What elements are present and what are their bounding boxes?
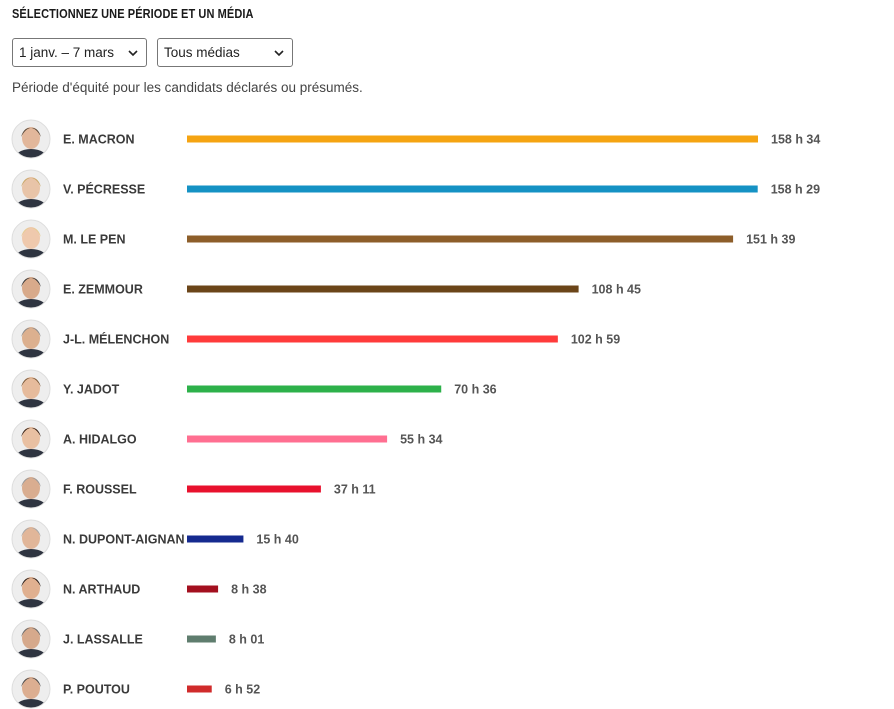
bar: [187, 635, 216, 643]
speaking-time-widget: SÉLECTIONNEZ UNE PÉRIODE ET UN MÉDIA 1 j…: [0, 0, 894, 709]
bar: [187, 685, 212, 693]
candidate-avatar: [11, 619, 51, 659]
chart-row: E. ZEMMOUR 108 h 45: [11, 269, 641, 309]
candidate-avatar: [11, 119, 51, 159]
candidate-name: E. ZEMMOUR: [63, 283, 143, 297]
bar-value-label: 8 h 01: [229, 633, 264, 647]
chart-row: N. DUPONT-AIGNAN 15 h 40: [11, 519, 299, 559]
candidate-name: P. POUTOU: [63, 683, 130, 697]
candidate-avatar: [11, 369, 51, 409]
bar: [187, 435, 388, 443]
bar-value-label: 102 h 59: [571, 333, 620, 347]
candidate-name: J. LASSALLE: [63, 633, 143, 647]
bar-value-label: 15 h 40: [256, 533, 298, 547]
chart-row: P. POUTOU 6 h 52: [11, 669, 260, 709]
chart-row: E. MACRON 158 h 34: [11, 119, 820, 159]
candidate-avatar: [11, 219, 51, 259]
candidate-avatar: [11, 269, 51, 309]
bar: [187, 585, 219, 593]
candidate-avatar: [11, 519, 51, 559]
bar-value-label: 8 h 38: [231, 583, 266, 597]
bar-value-label: 37 h 11: [334, 483, 376, 497]
bar-value-label: 55 h 34: [400, 433, 442, 447]
chart-row: V. PÉCRESSE 158 h 29: [11, 169, 820, 209]
candidate-name: N. ARTHAUD: [63, 583, 140, 597]
candidate-name: E. MACRON: [63, 133, 135, 147]
bar: [187, 335, 558, 343]
bar-value-label: 151 h 39: [746, 233, 795, 247]
chart-row: Y. JADOT 70 h 36: [11, 369, 497, 409]
bar: [187, 385, 442, 393]
chart-row: N. ARTHAUD 8 h 38: [11, 569, 267, 609]
candidate-name: F. ROUSSEL: [63, 483, 137, 497]
bar: [187, 285, 579, 293]
candidate-avatar: [11, 669, 51, 709]
chart-row: A. HIDALGO 55 h 34: [11, 419, 443, 459]
bar: [187, 185, 758, 193]
chart-row: J-L. MÉLENCHON 102 h 59: [11, 319, 620, 359]
speaking-time-bar-chart: E. MACRON 158 h 34 V. PÉCRESSE 158 h 29 M. L…: [11, 119, 820, 709]
bar: [187, 235, 734, 243]
chart-row: M. LE PEN 151 h 39: [11, 219, 795, 259]
bar-value-label: 70 h 36: [454, 383, 496, 397]
candidate-name: J-L. MÉLENCHON: [63, 332, 169, 347]
chart-row: F. ROUSSEL 37 h 11: [11, 469, 376, 509]
bar: [187, 485, 321, 493]
bar-value-label: 108 h 45: [592, 283, 641, 297]
candidate-name: V. PÉCRESSE: [63, 182, 145, 197]
candidate-avatar: [11, 469, 51, 509]
candidate-name: Y. JADOT: [63, 383, 120, 397]
chart-row: J. LASSALLE 8 h 01: [11, 619, 264, 659]
bar: [187, 535, 244, 543]
candidate-name: A. HIDALGO: [63, 433, 137, 447]
candidate-name: M. LE PEN: [63, 233, 126, 247]
candidate-avatar: [11, 569, 51, 609]
candidate-avatar: [11, 169, 51, 209]
candidate-avatar: [11, 419, 51, 459]
bar-value-label: 6 h 52: [225, 683, 260, 697]
bar-value-label: 158 h 29: [771, 183, 820, 197]
candidate-avatar: [11, 319, 51, 359]
candidate-name: N. DUPONT-AIGNAN: [63, 533, 185, 547]
bar-value-label: 158 h 34: [771, 133, 820, 147]
bar: [187, 135, 758, 143]
